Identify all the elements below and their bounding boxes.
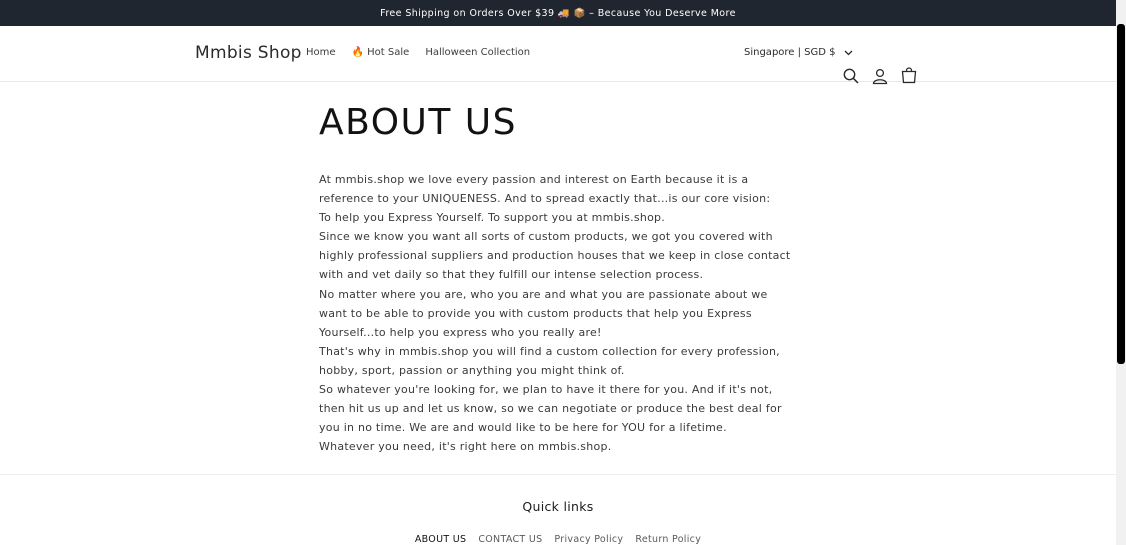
site-logo[interactable]: Mmbis Shop bbox=[195, 43, 302, 63]
site-footer: Quick links ABOUT US CONTACT US Privacy … bbox=[0, 474, 1116, 545]
nav-item-home[interactable]: Home bbox=[306, 47, 336, 58]
paragraph: At mmbis.shop we love every passion and … bbox=[319, 173, 771, 206]
paragraph: To help you Express Yourself. To support… bbox=[319, 211, 666, 225]
footer-link-about-us[interactable]: ABOUT US bbox=[415, 534, 467, 545]
chevron-down-icon bbox=[844, 50, 852, 55]
paragraph: Since we know you want all sorts of cust… bbox=[319, 230, 791, 282]
scrollbar-thumb[interactable] bbox=[1117, 24, 1125, 364]
announcement-text: Free Shipping on Orders Over $39 🚚 📦 – B… bbox=[380, 7, 736, 19]
page: Free Shipping on Orders Over $39 🚚 📦 – B… bbox=[0, 0, 1116, 545]
footer-link-privacy-policy[interactable]: Privacy Policy bbox=[554, 534, 623, 545]
nav-item-hot-sale[interactable]: 🔥 Hot Sale bbox=[352, 47, 410, 58]
announcement-bar: Free Shipping on Orders Over $39 🚚 📦 – B… bbox=[0, 0, 1116, 26]
about-content: ABOUT US At mmbis.shop we love every pas… bbox=[319, 100, 799, 456]
site-header: Mmbis Shop Home 🔥 Hot Sale Halloween Col… bbox=[0, 26, 1116, 85]
cart-icon[interactable] bbox=[900, 67, 918, 85]
footer-links: ABOUT US CONTACT US Privacy Policy Retur… bbox=[0, 534, 1116, 545]
paragraph: No matter where you are, who you are and… bbox=[319, 287, 768, 339]
paragraph: Whatever you need, it's right here on mm… bbox=[319, 440, 612, 454]
region-currency-selector[interactable]: Singapore | SGD $ bbox=[744, 47, 853, 58]
page-title: ABOUT US bbox=[319, 102, 518, 143]
search-icon[interactable] bbox=[842, 67, 860, 85]
paragraph: So whatever you're looking for, we plan … bbox=[319, 383, 782, 435]
nav-item-halloween-collection[interactable]: Halloween Collection bbox=[425, 47, 530, 58]
footer-link-return-policy[interactable]: Return Policy bbox=[635, 534, 701, 545]
footer-title: Quick links bbox=[522, 499, 594, 514]
account-icon[interactable] bbox=[871, 67, 889, 85]
about-body: At mmbis.shop we love every passion and … bbox=[319, 170, 799, 456]
footer-link-contact-us[interactable]: CONTACT US bbox=[478, 534, 542, 545]
paragraph: That's why in mmbis.shop you will find a… bbox=[319, 344, 780, 377]
main-nav: Home 🔥 Hot Sale Halloween Collection bbox=[306, 47, 530, 58]
region-label: Singapore | SGD $ bbox=[744, 47, 836, 58]
